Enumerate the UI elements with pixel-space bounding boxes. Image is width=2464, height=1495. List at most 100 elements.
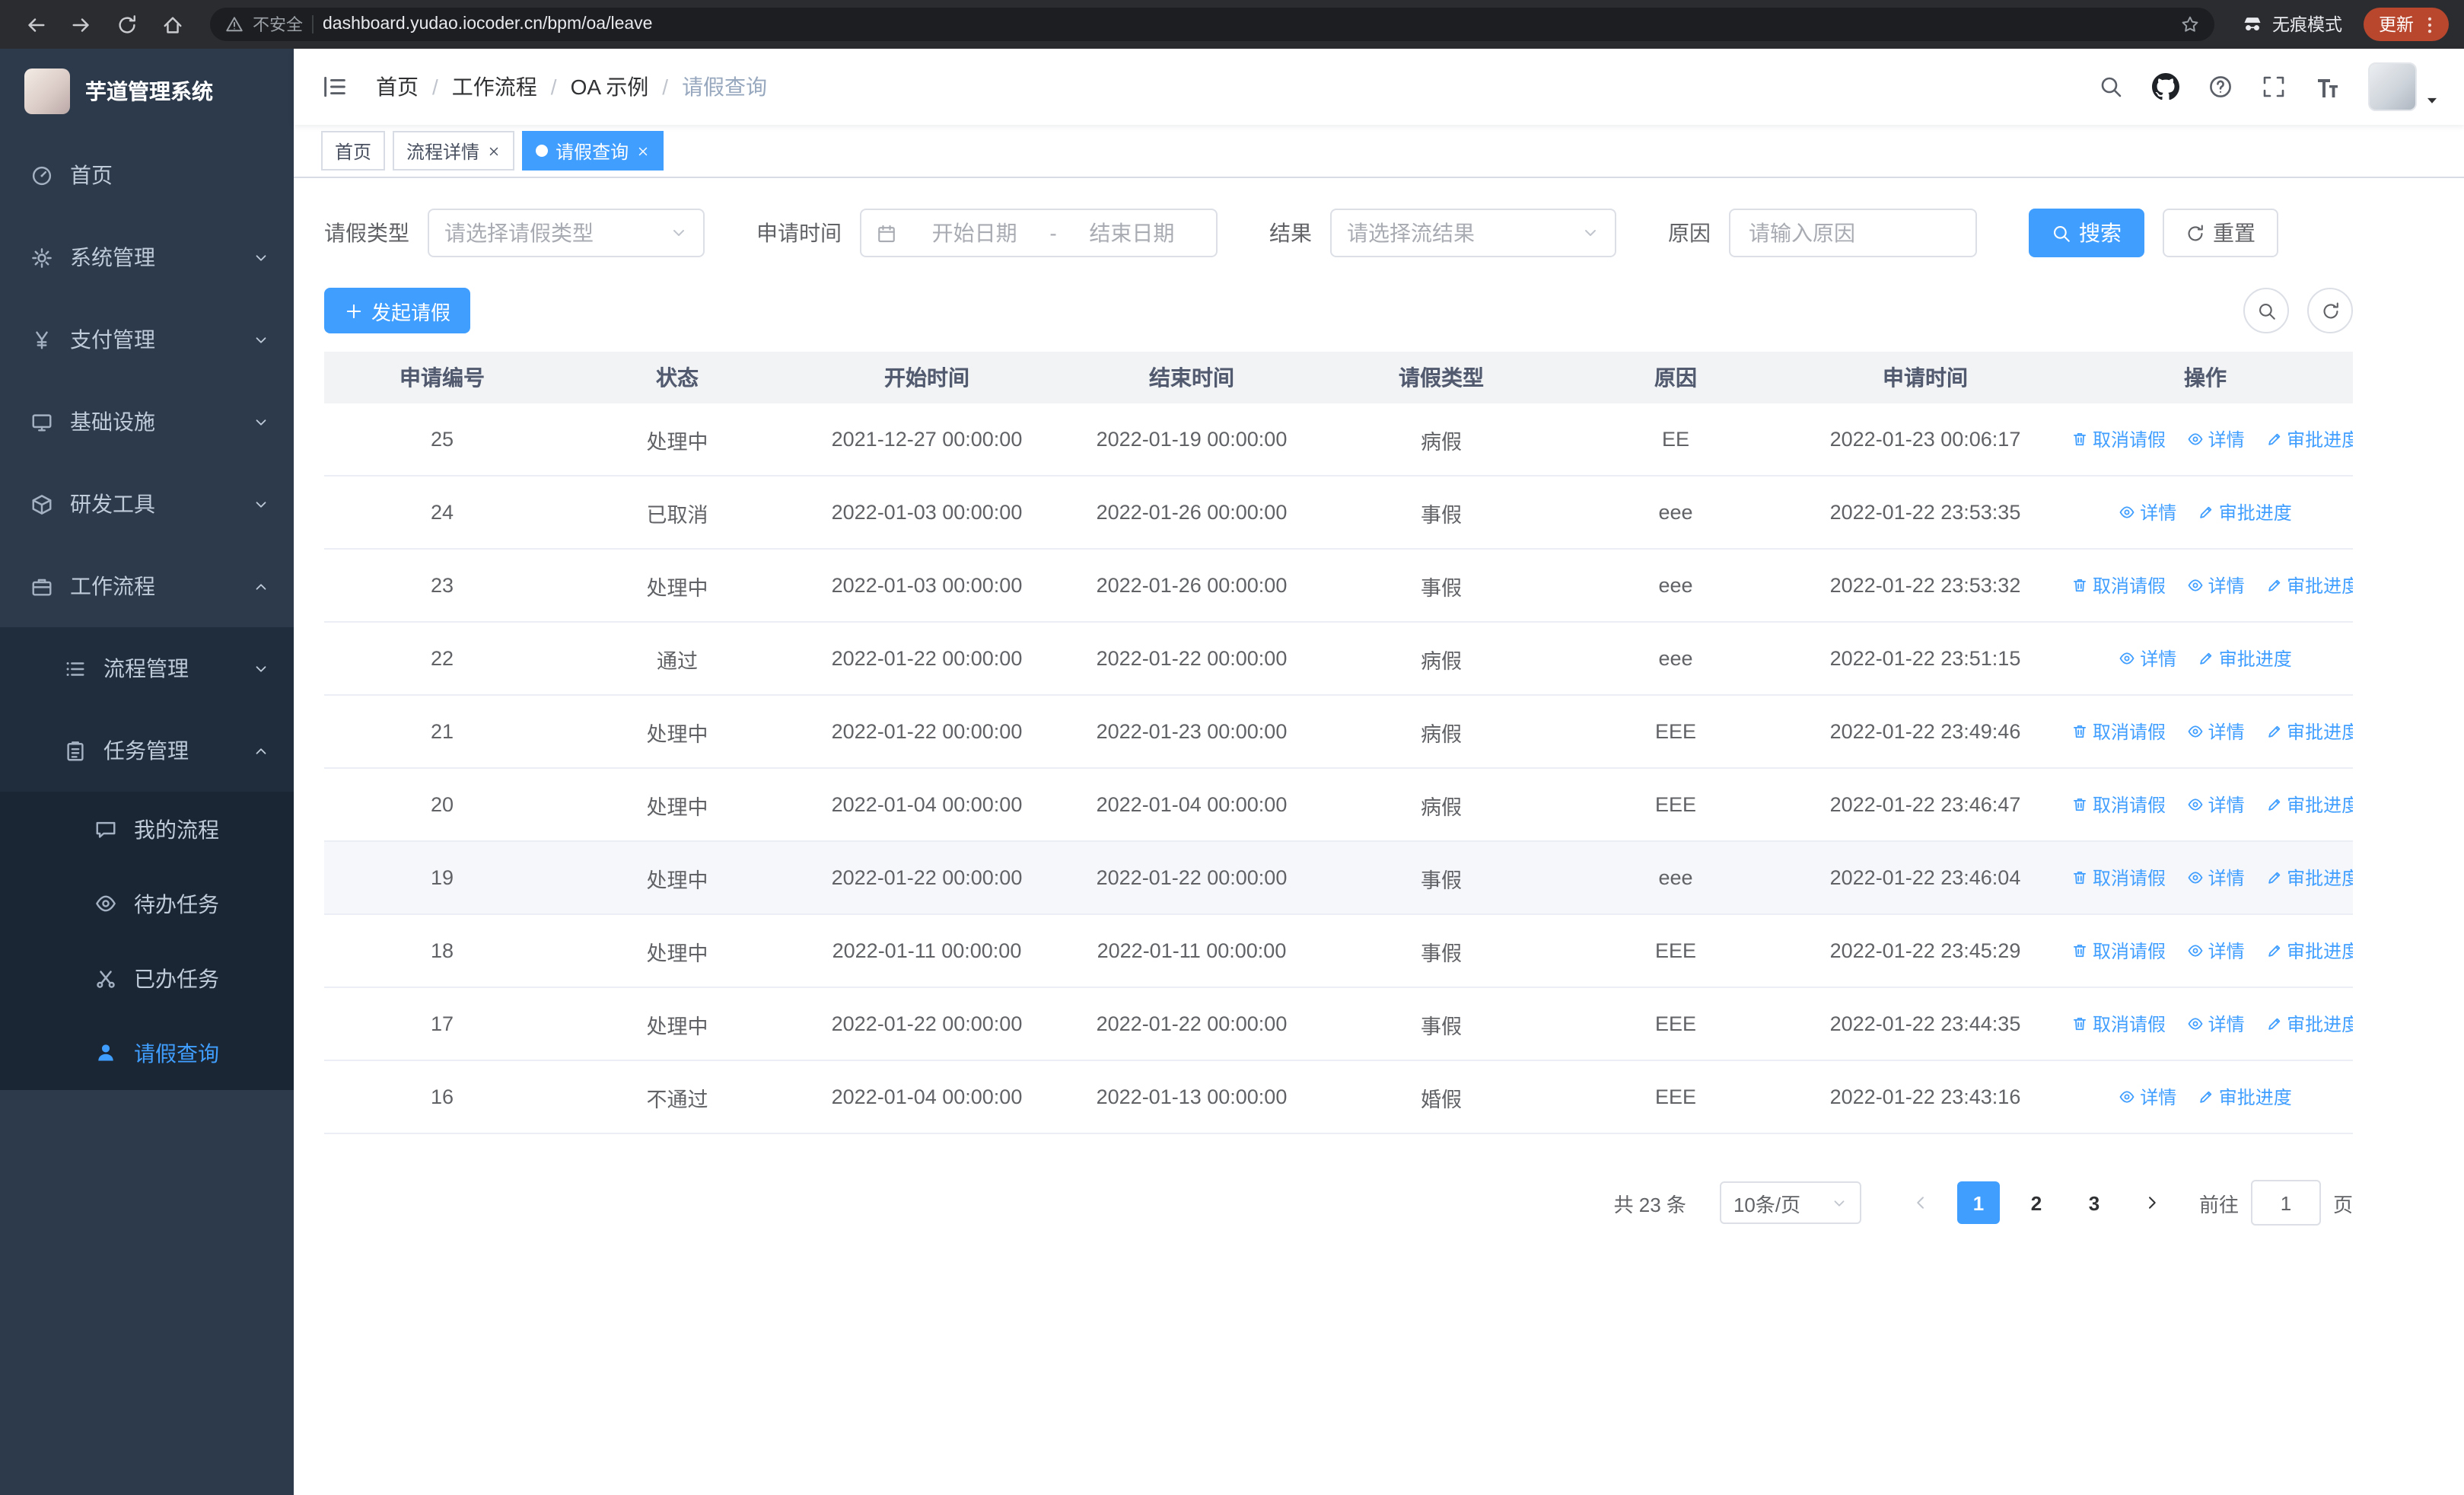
not-secure-warning-icon[interactable]: [225, 15, 244, 33]
close-icon[interactable]: [487, 144, 501, 158]
create-leave-button[interactable]: 发起请假: [324, 288, 471, 333]
approval-progress-link[interactable]: 审批进度: [2198, 1084, 2292, 1110]
help-icon[interactable]: [2208, 75, 2233, 99]
sidebar-item-leave-query[interactable]: 请假查询: [0, 1015, 294, 1090]
sidebar-item-label: 研发工具: [70, 492, 155, 516]
search-button[interactable]: 搜索: [2029, 209, 2144, 257]
sidebar-item-payment[interactable]: 支付管理: [0, 298, 294, 381]
approval-progress-link[interactable]: 审批进度: [2265, 792, 2353, 818]
cancel-leave-link[interactable]: 取消请假: [2071, 865, 2166, 891]
detail-link[interactable]: 详情: [2187, 719, 2245, 744]
search-icon[interactable]: [2099, 75, 2123, 99]
approval-progress-link[interactable]: 审批进度: [2198, 645, 2292, 671]
reason-input[interactable]: [1746, 219, 1960, 247]
sidebar-item-home[interactable]: 首页: [0, 134, 294, 216]
url-text[interactable]: dashboard.yudao.iocoder.cn/bpm/oa/leave: [323, 15, 2172, 33]
detail-link[interactable]: 详情: [2187, 938, 2245, 964]
sidebar-item-my-process[interactable]: 我的流程: [0, 792, 294, 866]
detail-link[interactable]: 详情: [2187, 792, 2245, 818]
prev-page-button[interactable]: [1899, 1181, 1942, 1224]
home-icon[interactable]: [152, 5, 192, 44]
page-2-button[interactable]: 2: [2015, 1181, 2058, 1224]
reset-button[interactable]: 重置: [2163, 209, 2278, 257]
tab-label: 请假查询: [556, 141, 629, 162]
breadcrumb-item: 请假查询: [682, 75, 768, 99]
result-select[interactable]: 请选择流结果: [1330, 209, 1616, 257]
page-size-select[interactable]: 10条/页: [1719, 1181, 1861, 1224]
close-icon[interactable]: [636, 144, 650, 158]
page-3-button[interactable]: 3: [2073, 1181, 2115, 1224]
leave-type-select[interactable]: 请选择请假类型: [428, 209, 705, 257]
create-leave-label: 发起请假: [371, 301, 451, 324]
approval-progress-link[interactable]: 审批进度: [2265, 572, 2353, 598]
approval-progress-link[interactable]: 审批进度: [2265, 426, 2353, 452]
eye-icon: [2187, 1015, 2204, 1032]
sidebar-item-label: 已办任务: [134, 966, 219, 990]
detail-link[interactable]: 详情: [2187, 572, 2245, 598]
chevron-down-icon: [253, 660, 269, 677]
breadcrumb-separator: /: [432, 75, 438, 99]
sidebar-item-todo-tasks[interactable]: 待办任务: [0, 866, 294, 941]
user-avatar[interactable]: [2368, 62, 2440, 111]
detail-link[interactable]: 详情: [2119, 1084, 2176, 1110]
clipboard-icon: [64, 739, 87, 762]
sidebar-item-system[interactable]: 系统管理: [0, 216, 294, 298]
cancel-leave-link[interactable]: 取消请假: [2071, 719, 2166, 744]
browser-menu-kebab-icon[interactable]: [2420, 14, 2440, 34]
cancel-leave-link[interactable]: 取消请假: [2071, 572, 2166, 598]
approval-progress-link[interactable]: 审批进度: [2265, 938, 2353, 964]
cancel-leave-link[interactable]: 取消请假: [2071, 938, 2166, 964]
sidebar-logo[interactable]: 芋道管理系统: [0, 49, 294, 134]
approval-progress-link[interactable]: 审批进度: [2265, 865, 2353, 891]
sidebar-item-infra[interactable]: 基础设施: [0, 381, 294, 463]
approval-progress-link[interactable]: 审批进度: [2265, 1011, 2353, 1037]
breadcrumb-item[interactable]: 工作流程: [452, 72, 537, 102]
approval-progress-link[interactable]: 审批进度: [2265, 719, 2353, 744]
cancel-leave-link[interactable]: 取消请假: [2071, 792, 2166, 818]
cancel-leave-link[interactable]: 取消请假: [2071, 1011, 2166, 1037]
update-button[interactable]: 更新: [2364, 8, 2449, 41]
tab-leave-query[interactable]: 请假查询: [522, 131, 664, 171]
breadcrumb-item[interactable]: OA 示例: [571, 72, 649, 102]
sidebar-item-workflow[interactable]: 工作流程: [0, 545, 294, 627]
edit-icon: [2265, 942, 2282, 959]
date-range-picker[interactable]: 开始日期 - 结束日期: [860, 209, 1218, 257]
font-size-icon[interactable]: [2315, 75, 2339, 99]
detail-link[interactable]: 详情: [2187, 1011, 2245, 1037]
back-icon[interactable]: [15, 5, 55, 44]
result-label: 结果: [1269, 221, 1312, 245]
sidebar-item-done-tasks[interactable]: 已办任务: [0, 941, 294, 1015]
detail-link[interactable]: 详情: [2119, 499, 2176, 525]
fullscreen-icon[interactable]: [2262, 75, 2286, 99]
sidebar-collapse-button[interactable]: [315, 67, 355, 107]
chevron-down-icon: [1831, 1194, 1848, 1211]
refresh-table-button[interactable]: [2307, 288, 2353, 333]
reload-icon[interactable]: [107, 5, 146, 44]
cell-apply-time: 2022-01-22 23:46:04: [1793, 841, 2058, 915]
chevron-down-icon: [253, 496, 269, 512]
breadcrumb-item[interactable]: 首页: [376, 72, 419, 102]
eye-icon: [2187, 942, 2204, 959]
tab-process-detail[interactable]: 流程详情: [393, 131, 515, 171]
goto-page-input[interactable]: [2250, 1180, 2321, 1226]
sidebar-item-label: 系统管理: [70, 245, 155, 269]
sidebar-item-process-mgmt[interactable]: 流程管理: [0, 627, 294, 709]
tab-home[interactable]: 首页: [321, 131, 386, 171]
app-frame: 芋道管理系统 首页 系统管理 支付管理 基础设施 研发工具 工作流程 流程管理: [0, 49, 2464, 1495]
toggle-search-button[interactable]: [2243, 288, 2289, 333]
sidebar: 芋道管理系统 首页 系统管理 支付管理 基础设施 研发工具 工作流程 流程管理: [0, 49, 294, 1495]
forward-icon[interactable]: [61, 5, 100, 44]
address-bar[interactable]: 不安全 dashboard.yudao.iocoder.cn/bpm/oa/le…: [210, 8, 2214, 41]
page-1-button[interactable]: 1: [1956, 1181, 2000, 1224]
approval-progress-link[interactable]: 审批进度: [2198, 499, 2292, 525]
github-icon[interactable]: [2152, 73, 2179, 100]
sidebar-item-devtools[interactable]: 研发工具: [0, 463, 294, 545]
detail-link[interactable]: 详情: [2187, 426, 2245, 452]
sidebar-item-task-mgmt[interactable]: 任务管理: [0, 709, 294, 792]
bookmark-star-icon[interactable]: [2181, 15, 2199, 33]
eye-icon: [2187, 431, 2204, 448]
cancel-leave-link[interactable]: 取消请假: [2071, 426, 2166, 452]
next-page-button[interactable]: [2131, 1181, 2173, 1224]
detail-link[interactable]: 详情: [2187, 865, 2245, 891]
detail-link[interactable]: 详情: [2119, 645, 2176, 671]
